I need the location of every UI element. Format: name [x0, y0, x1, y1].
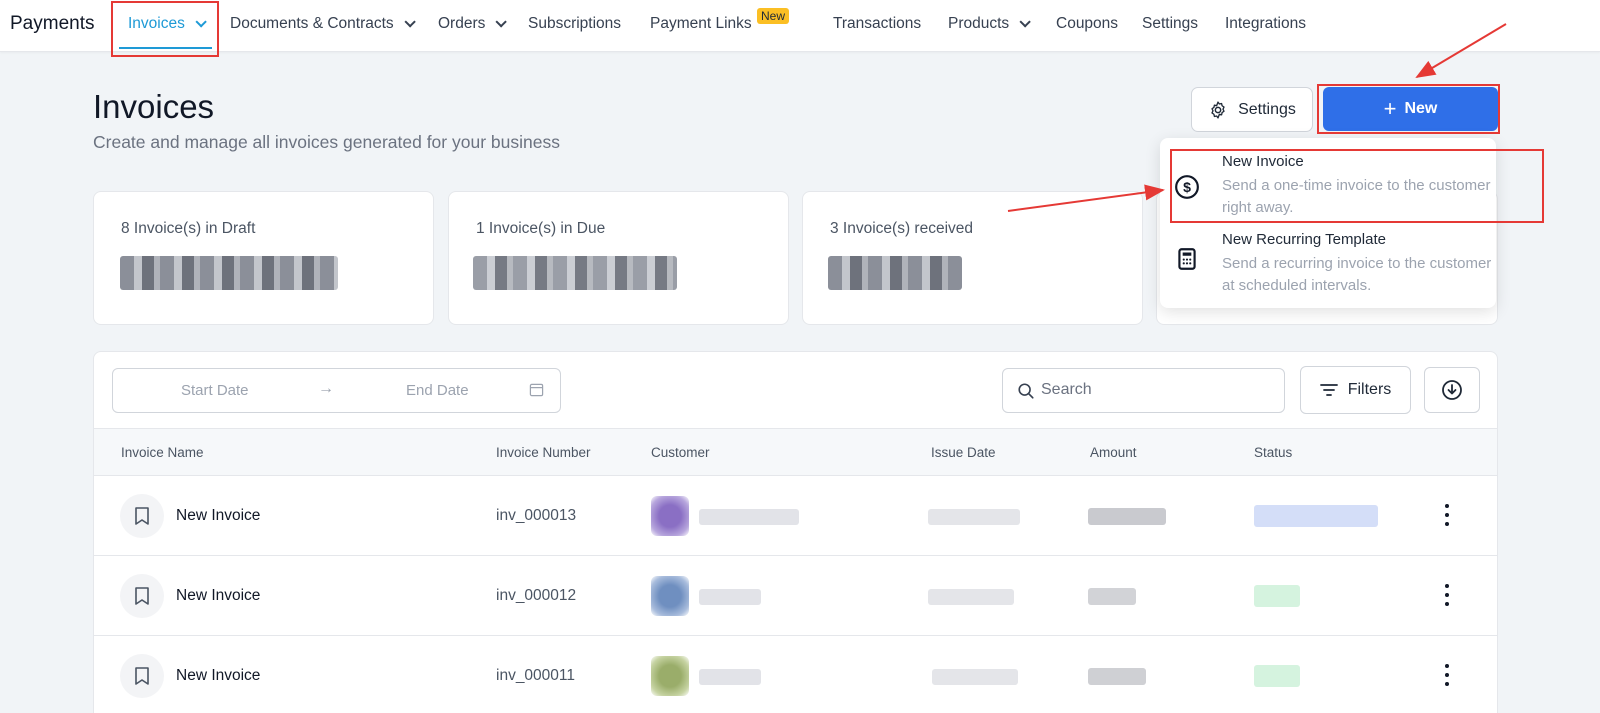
page-subtitle: Create and manage all invoices generated… [93, 132, 560, 152]
nav-integrations[interactable]: Integrations [1225, 15, 1306, 33]
settings-button[interactable]: Settings [1191, 87, 1313, 132]
blurred-status [1254, 505, 1378, 527]
column-status[interactable]: Status [1254, 445, 1292, 460]
column-invoice-number[interactable]: Invoice Number [496, 445, 591, 460]
stat-card-draft: 8 Invoice(s) in Draft [93, 191, 434, 325]
blurred-status [1254, 665, 1300, 687]
blurred-amount [1088, 588, 1136, 605]
nav-orders[interactable]: Orders [438, 15, 508, 33]
page-title: Invoices [93, 88, 215, 125]
nav-payment-links[interactable]: Payment Links [650, 15, 752, 33]
download-button[interactable] [1424, 367, 1480, 413]
filters-button[interactable]: Filters [1300, 366, 1411, 414]
chevron-down-icon [495, 16, 508, 28]
annotation-box-invoices-tab [111, 1, 219, 57]
arrow-right-icon: → [318, 380, 334, 397]
brand-title: Payments [10, 13, 95, 34]
blurred-amount [1088, 668, 1146, 685]
end-date-input[interactable]: End Date [406, 382, 469, 399]
bookmark-icon [120, 574, 164, 618]
row-actions-button[interactable] [1444, 504, 1450, 526]
blurred-date [928, 589, 1014, 605]
date-range-picker[interactable]: Start Date → End Date [112, 368, 561, 413]
annotation-box-new-invoice [1170, 149, 1544, 223]
avatar [651, 656, 689, 696]
calculator-icon [1178, 248, 1196, 270]
nav-subscriptions[interactable]: Subscriptions [528, 15, 621, 33]
calendar-icon [529, 383, 544, 397]
nav-coupons[interactable]: Coupons [1056, 15, 1118, 33]
annotation-box-new-button [1317, 84, 1500, 134]
blurred-customer [699, 589, 761, 605]
row-actions-button[interactable] [1444, 664, 1450, 686]
blurred-customer [699, 669, 761, 685]
stat-card-received: 3 Invoice(s) received [802, 191, 1143, 325]
invoices-table-panel: Start Date → End Date Filters Invoice Na… [93, 351, 1498, 713]
blurred-amount [828, 256, 962, 290]
avatar [651, 576, 689, 616]
search-input[interactable] [1041, 381, 1271, 399]
search-icon [1018, 383, 1034, 399]
blurred-status [1254, 585, 1300, 607]
nav-transactions[interactable]: Transactions [833, 15, 921, 33]
table-header: Invoice Name Invoice Number Customer Iss… [94, 428, 1497, 476]
download-icon [1442, 380, 1462, 400]
column-amount[interactable]: Amount [1090, 445, 1137, 460]
avatar [651, 496, 689, 536]
column-issue-date[interactable]: Issue Date [931, 445, 996, 460]
blurred-date [932, 669, 1018, 685]
new-badge: New [757, 8, 790, 24]
blurred-customer [699, 509, 799, 525]
bookmark-icon [120, 494, 164, 538]
table-row[interactable]: New Invoice inv_000013 [94, 476, 1497, 556]
filter-icon [1319, 384, 1338, 396]
row-actions-button[interactable] [1444, 584, 1450, 606]
nav-products[interactable]: Products [948, 15, 1031, 33]
nav-documents-contracts[interactable]: Documents & Contracts [230, 15, 416, 33]
blurred-amount [473, 256, 677, 290]
nav-settings[interactable]: Settings [1142, 15, 1198, 33]
bookmark-icon [120, 654, 164, 698]
chevron-down-icon [404, 16, 416, 28]
column-customer[interactable]: Customer [651, 445, 710, 460]
search-box[interactable] [1002, 368, 1285, 413]
column-invoice-name[interactable]: Invoice Name [121, 445, 204, 460]
blurred-amount [120, 256, 338, 290]
gear-icon [1211, 100, 1225, 119]
stat-card-due: 1 Invoice(s) in Due [448, 191, 789, 325]
table-row[interactable]: New Invoice inv_000012 [94, 556, 1497, 636]
menu-item-new-recurring-template[interactable]: New Recurring Template Send a recurring … [1160, 226, 1496, 296]
top-navigation: Payments Invoices Documents & Contracts … [0, 0, 1600, 52]
start-date-input[interactable]: Start Date [181, 382, 249, 399]
blurred-date [928, 509, 1020, 525]
chevron-down-icon [1019, 16, 1031, 28]
blurred-amount [1088, 508, 1166, 525]
table-row[interactable]: New Invoice inv_000011 [94, 636, 1497, 713]
